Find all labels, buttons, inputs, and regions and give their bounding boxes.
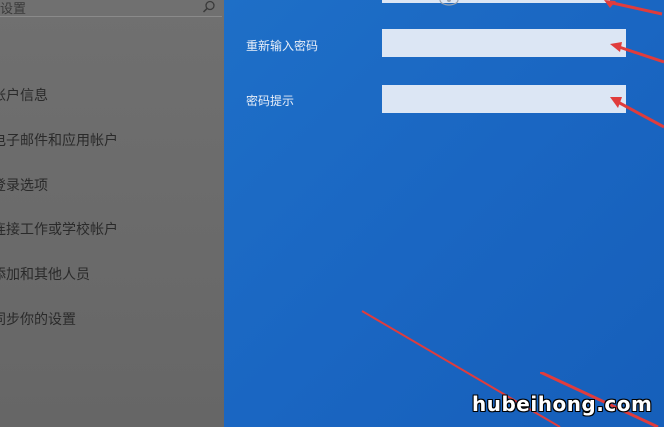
search-icon[interactable] [202, 0, 216, 14]
search-placeholder: 设置 [0, 2, 27, 17]
settings-sidebar: 设置 帐户信息 电子邮件和应用帐户 登录选项 连接工作或学校帐户 添加和其他人员… [0, 0, 224, 427]
reenter-password-label: 重新输入密码 [246, 39, 319, 53]
watermark-text: hubeihong.com [472, 392, 653, 416]
nav-item-sign-in-options[interactable]: 登录选项 [0, 175, 48, 195]
settings-search-box[interactable]: 设置 [0, 0, 222, 17]
reenter-password-input[interactable] [382, 29, 626, 57]
password-input-partial[interactable] [382, 0, 610, 3]
password-hint-input[interactable] [382, 85, 626, 113]
password-hint-label: 密码提示 [246, 94, 295, 108]
nav-item-work-school[interactable]: 连接工作或学校帐户 [0, 219, 118, 239]
nav-item-sync-settings[interactable]: 同步你的设置 [0, 309, 76, 329]
nav-item-family-others[interactable]: 添加和其他人员 [0, 264, 90, 284]
nav-item-account-info[interactable]: 帐户信息 [0, 85, 48, 105]
create-account-panel: 重新输入密码 密码提示 [224, 0, 664, 427]
nav-item-email-accounts[interactable]: 电子邮件和应用帐户 [0, 130, 118, 150]
eye-icon[interactable] [436, 0, 462, 6]
